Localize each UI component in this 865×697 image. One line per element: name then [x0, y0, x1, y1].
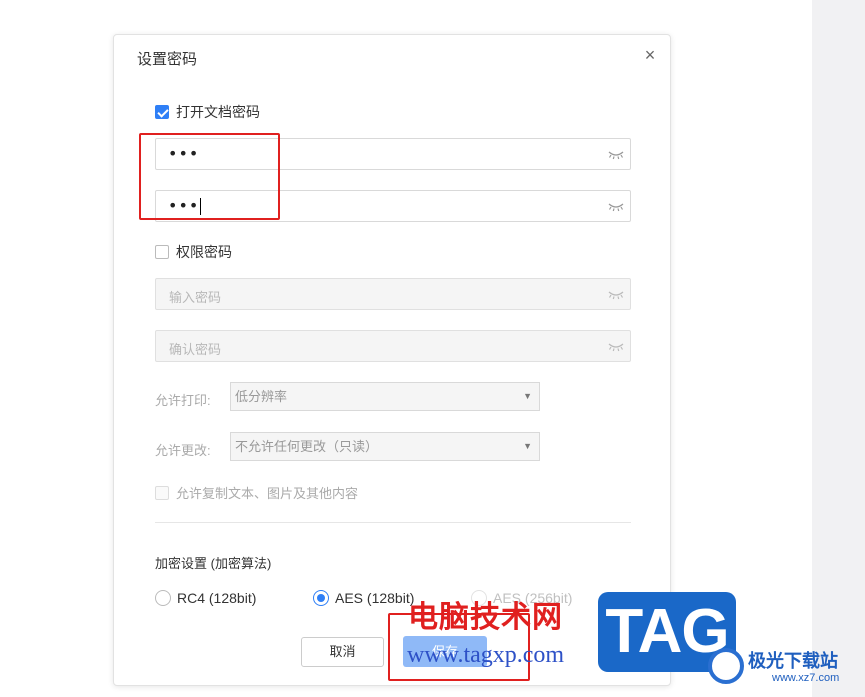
- background-panel: [812, 0, 865, 697]
- open-password-label: 打开文档密码: [176, 104, 260, 120]
- cancel-button[interactable]: 取消: [301, 637, 384, 667]
- permission-password-checkbox[interactable]: [155, 245, 169, 259]
- eye-closed-icon[interactable]: [608, 148, 624, 160]
- print-permission-select[interactable]: 低分辨率 ▼: [230, 382, 540, 411]
- dropdown-arrow-icon: ▼: [523, 441, 532, 451]
- eye-closed-icon[interactable]: [608, 340, 624, 352]
- print-permission-label: 允许打印:: [155, 393, 211, 408]
- permission-password-placeholder: 输入密码: [169, 290, 222, 305]
- watermark-logo-text: 极光下载站: [748, 651, 838, 672]
- copy-permission-label: 允许复制文本、图片及其他内容: [176, 486, 359, 501]
- radio-rc4-128[interactable]: RC4 (128bit): [155, 590, 256, 606]
- highlight-box: [139, 133, 280, 220]
- open-password-checkbox[interactable]: [155, 105, 169, 119]
- aurora-logo-icon: [708, 648, 744, 684]
- radio-label: AES (128bit): [335, 590, 415, 606]
- watermark-logo-url: www.xz7.com: [772, 672, 840, 684]
- watermark-url: www.tagxp.com: [407, 642, 565, 668]
- permission-password-label: 权限密码: [176, 244, 232, 260]
- copy-permission-checkbox-row[interactable]: 允许复制文本、图片及其他内容: [155, 483, 358, 502]
- permission-confirm-placeholder: 确认密码: [169, 342, 222, 357]
- set-password-dialog: 设置密码 × 打开文档密码 ••• ••• 权限密码 输入密码 确认密码 允许打…: [113, 34, 671, 686]
- eye-closed-icon[interactable]: [608, 288, 624, 300]
- print-permission-value: 低分辨率: [235, 389, 288, 404]
- divider: [155, 522, 631, 523]
- radio-button[interactable]: [155, 590, 171, 606]
- permission-password-confirm-input[interactable]: 确认密码: [155, 330, 631, 362]
- modify-permission-label: 允许更改:: [155, 443, 211, 458]
- dropdown-arrow-icon: ▼: [523, 391, 532, 401]
- open-password-checkbox-row[interactable]: 打开文档密码: [155, 102, 260, 122]
- modify-permission-value: 不允许任何更改（只读）: [235, 439, 379, 454]
- copy-permission-checkbox[interactable]: [155, 485, 169, 500]
- watermark-site-name: 电脑技术网: [408, 600, 563, 635]
- eye-closed-icon[interactable]: [608, 200, 624, 212]
- modify-permission-select[interactable]: 不允许任何更改（只读） ▼: [230, 432, 540, 461]
- encryption-section-title: 加密设置 (加密算法): [155, 556, 272, 571]
- radio-button[interactable]: [313, 590, 329, 606]
- radio-label: RC4 (128bit): [177, 590, 257, 606]
- permission-password-checkbox-row[interactable]: 权限密码: [155, 242, 232, 262]
- permission-password-input[interactable]: 输入密码: [155, 278, 631, 310]
- close-icon[interactable]: ×: [641, 46, 659, 64]
- radio-aes-128[interactable]: AES (128bit): [313, 590, 414, 606]
- dialog-title: 设置密码: [137, 51, 198, 68]
